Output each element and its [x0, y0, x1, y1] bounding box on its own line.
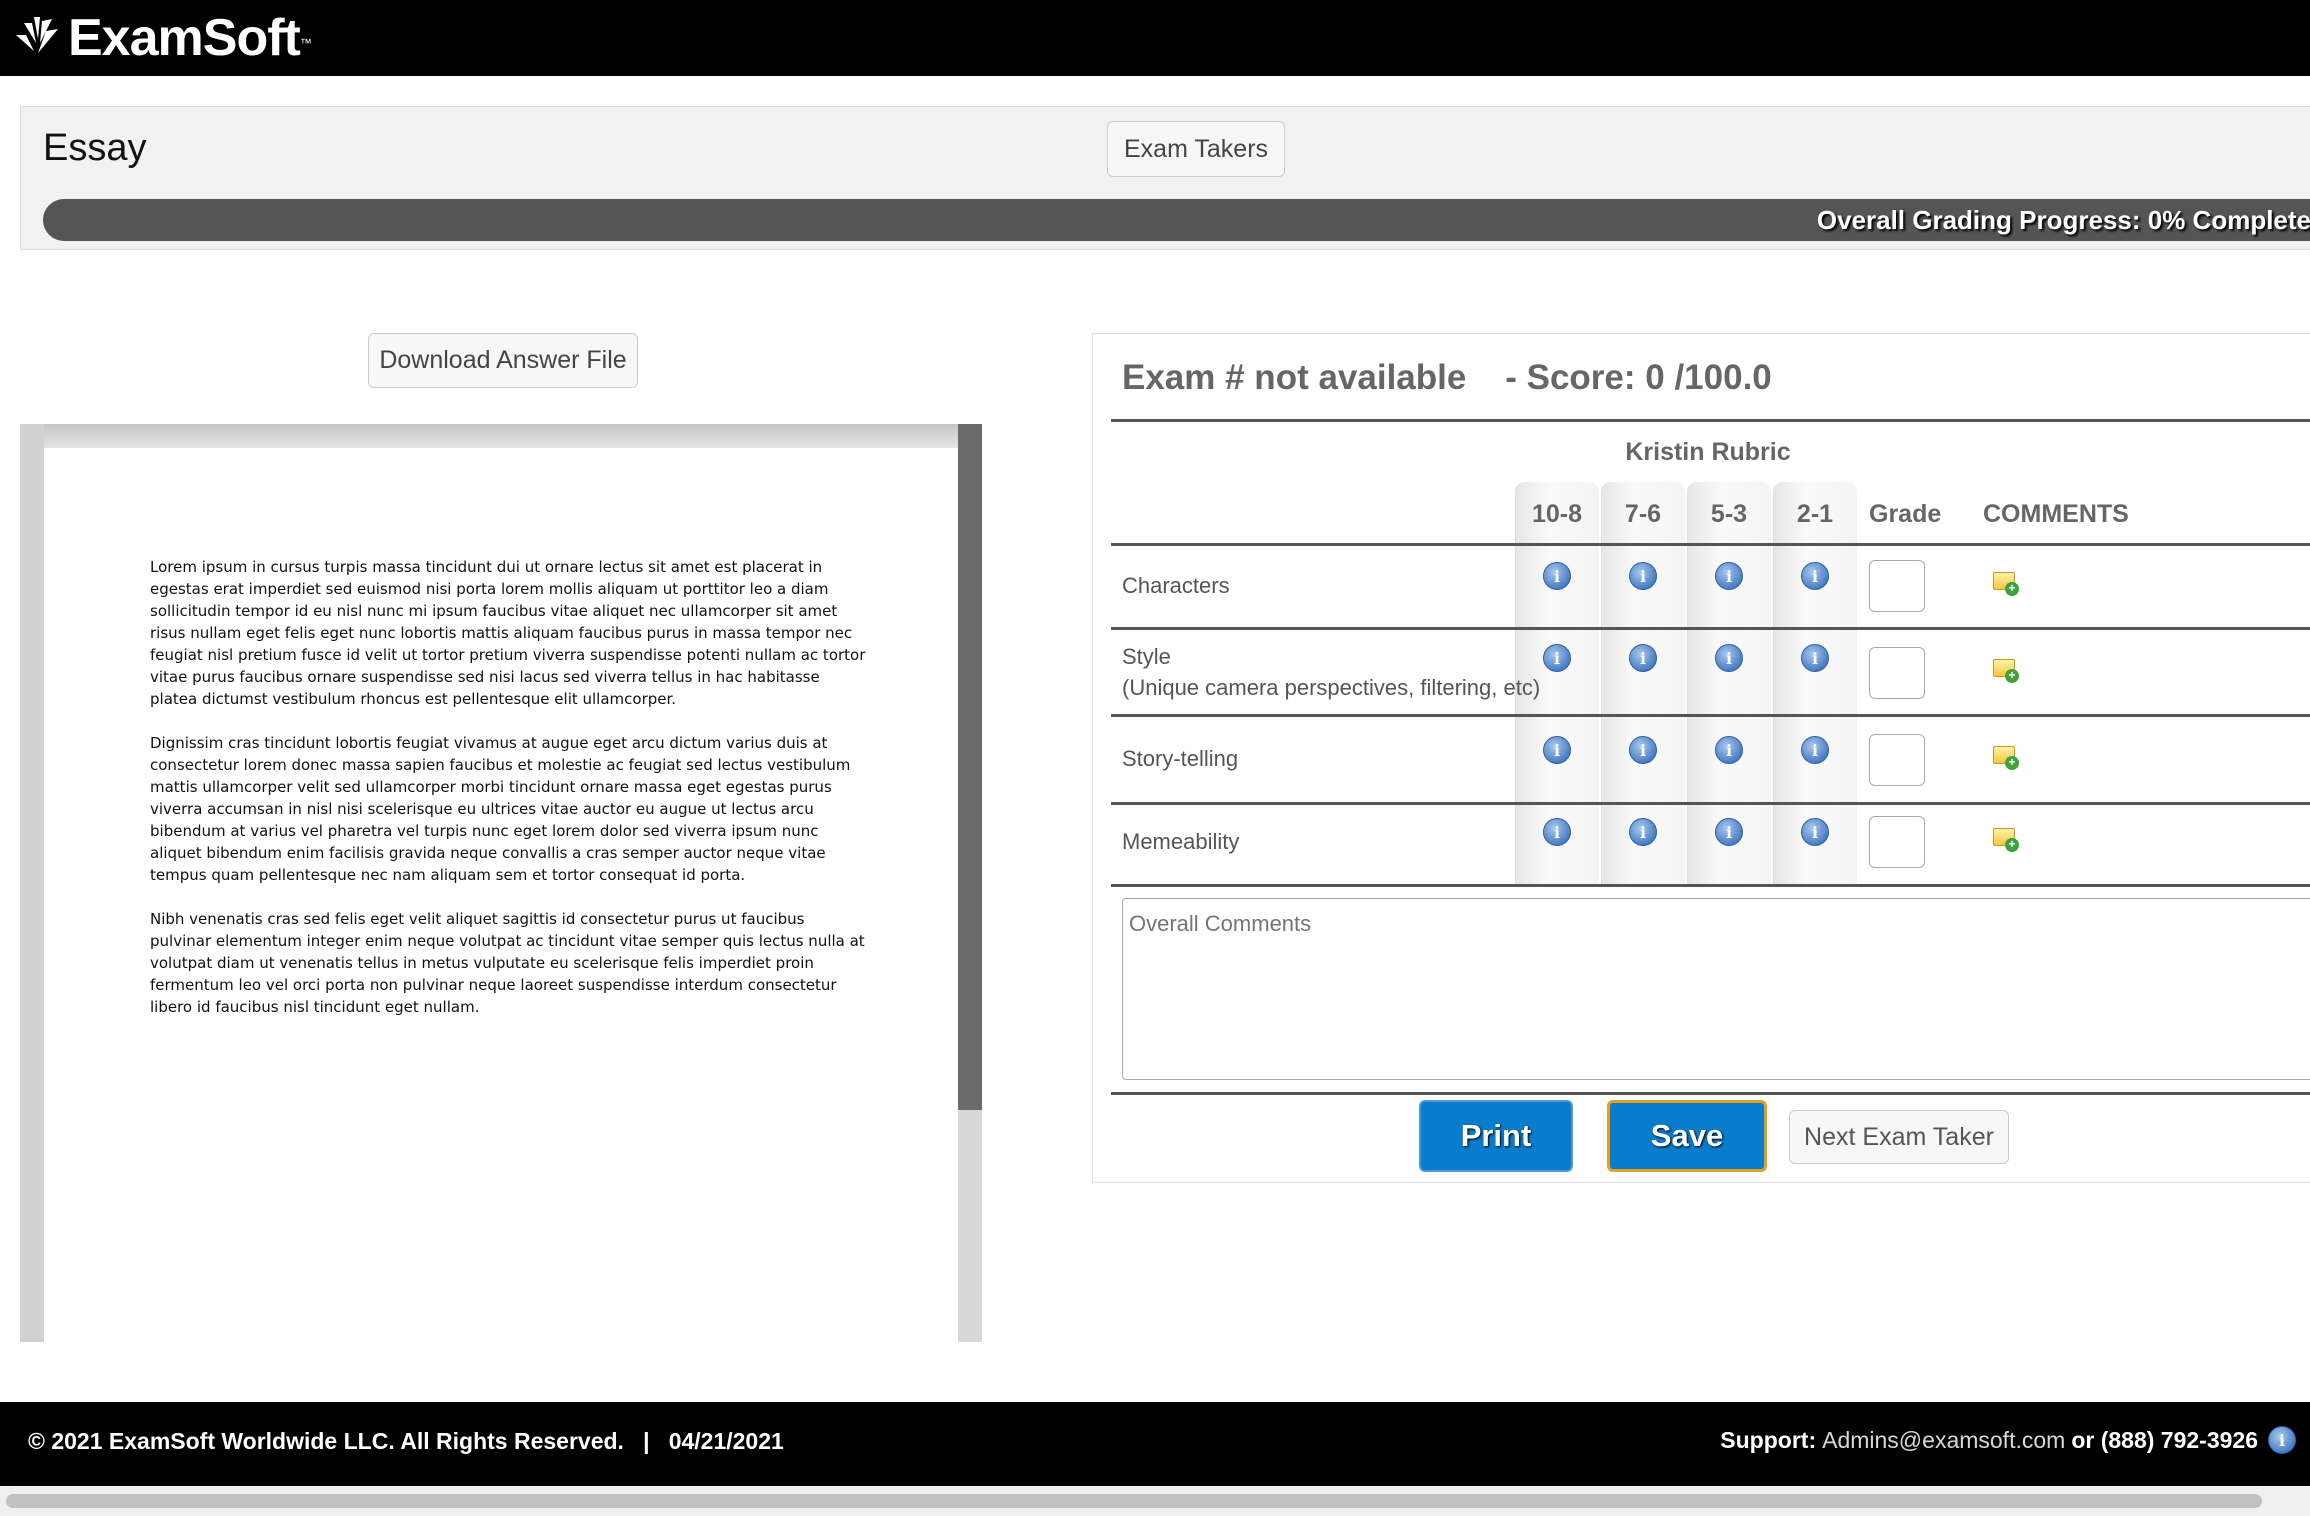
criterion-label: Characters — [1122, 573, 1230, 598]
support-email-link[interactable]: Admins@examsoft.com — [1822, 1427, 2065, 1454]
info-icon[interactable]: i — [1801, 644, 1829, 672]
rubric-name: Kristin Rubric — [1093, 438, 2310, 467]
grade-input-style[interactable] — [1869, 647, 1925, 699]
grade-input-story-telling[interactable] — [1869, 734, 1925, 786]
column-header-7-6: 7-6 — [1624, 499, 1662, 528]
support-phone: or (888) 792-3926 — [2071, 1426, 2258, 1453]
grade-input-memeability[interactable] — [1869, 816, 1925, 868]
info-icon[interactable]: i — [1801, 562, 1829, 590]
answer-paragraph: Lorem ipsum in cursus turpis massa tinci… — [150, 558, 866, 708]
grade-input-characters[interactable] — [1869, 560, 1925, 612]
info-icon[interactable]: i — [1629, 562, 1657, 590]
overall-comments-field[interactable] — [1122, 898, 2310, 1080]
answer-text: Lorem ipsum in cursus turpis massa tinci… — [150, 556, 870, 1040]
copyright-text: © 2021 ExamSoft Worldwide LLC. All Right… — [28, 1428, 784, 1454]
criterion-characters: Characters — [1122, 570, 1230, 601]
info-icon[interactable]: i — [1543, 562, 1571, 590]
horizontal-scrollbar-thumb[interactable] — [6, 1494, 2262, 1508]
column-header-5-3: 5-3 — [1710, 499, 1748, 528]
support-info: Support: Admins@examsoft.com or (888) 79… — [1720, 1426, 2296, 1454]
viewer-top-shadow — [44, 424, 980, 448]
page-title: Essay — [43, 127, 147, 169]
criterion-label: Style — [1122, 644, 1171, 669]
add-comment-icon[interactable]: + — [1993, 826, 2019, 852]
criterion-label: Story-telling — [1122, 746, 1239, 771]
info-icon[interactable]: i — [1629, 818, 1657, 846]
exam-takers-button[interactable]: Exam Takers — [1107, 121, 1285, 177]
footer: © 2021 ExamSoft Worldwide LLC. All Right… — [0, 1402, 2310, 1486]
answer-viewer: Lorem ipsum in cursus turpis massa tinci… — [20, 424, 982, 1342]
support-label: Support: — [1720, 1426, 1817, 1453]
title-panel: Essay Exam Takers Overall Grading Progre… — [20, 106, 2310, 250]
answer-paragraph: Nibh venenatis cras sed felis eget velit… — [150, 910, 865, 1016]
add-comment-icon[interactable]: + — [1993, 570, 2019, 596]
criterion-label: Memeability — [1122, 829, 1240, 854]
divider — [1111, 419, 2310, 422]
criterion-style: Style (Unique camera perspectives, filte… — [1122, 641, 1540, 703]
brand-name: ExamSoft — [68, 9, 301, 67]
add-comment-icon[interactable]: + — [1993, 657, 2019, 683]
add-comment-icon[interactable]: + — [1993, 744, 2019, 770]
info-icon[interactable]: i — [1801, 736, 1829, 764]
answer-paragraph: Dignissim cras tincidunt lobortis feugia… — [150, 734, 851, 884]
info-icon[interactable]: i — [1715, 562, 1743, 590]
row-divider — [1111, 884, 2310, 887]
info-icon[interactable]: i — [1715, 818, 1743, 846]
row-divider — [1111, 802, 2310, 805]
grading-progress-bar: Overall Grading Progress: 0% Complete — [43, 199, 2310, 241]
viewer-scrollbar-thumb[interactable] — [958, 424, 982, 1110]
divider — [1111, 1092, 2310, 1095]
info-icon: i — [2268, 1426, 2296, 1454]
criterion-sublabel: (Unique camera perspectives, filtering, … — [1122, 675, 1541, 700]
grading-progress-text: Overall Grading Progress: 0% Complete — [1816, 205, 2310, 235]
support-info-icon[interactable]: i — [2268, 1426, 2296, 1454]
rubric-name-text: Kristin Rubric — [1625, 438, 1791, 466]
info-icon[interactable]: i — [1543, 736, 1571, 764]
info-icon[interactable]: i — [1715, 644, 1743, 672]
top-bar: ExamSoft ™ — [0, 0, 2310, 76]
info-icon[interactable]: i — [1629, 736, 1657, 764]
criterion-story-telling: Story-telling — [1122, 743, 1238, 774]
exam-score-header: Exam # not available - Score: 0 /100.0 — [1122, 358, 1772, 397]
info-icon[interactable]: i — [1715, 736, 1743, 764]
column-header-grade: Grade — [1869, 499, 1942, 528]
info-icon[interactable]: i — [1629, 644, 1657, 672]
criterion-memeability: Memeability — [1122, 826, 1239, 857]
row-divider — [1111, 714, 2310, 717]
row-divider — [1111, 627, 2310, 630]
column-header-2-1: 2-1 — [1796, 499, 1834, 528]
print-button[interactable]: Print — [1419, 1100, 1573, 1172]
info-icon[interactable]: i — [1801, 818, 1829, 846]
next-exam-taker-button[interactable]: Next Exam Taker — [1789, 1110, 2009, 1164]
examsoft-logo-icon — [16, 17, 58, 53]
info-icon[interactable]: i — [1543, 818, 1571, 846]
column-header-10-8: 10-8 — [1531, 499, 1583, 528]
info-icon[interactable]: i — [1543, 644, 1571, 672]
save-button[interactable]: Save — [1607, 1100, 1767, 1172]
answer-document-page: Lorem ipsum in cursus turpis massa tinci… — [44, 448, 980, 1342]
row-divider — [1111, 543, 2310, 546]
examsoft-logo[interactable]: ExamSoft ™ — [12, 9, 312, 67]
grading-panel: Exam # not available - Score: 0 /100.0 K… — [1092, 333, 2310, 1183]
trademark: ™ — [299, 36, 312, 50]
download-answer-file-button[interactable]: Download Answer File — [368, 333, 638, 388]
horizontal-scrollbar[interactable] — [0, 1486, 2310, 1516]
column-header-comments: COMMENTS — [1983, 499, 2129, 528]
